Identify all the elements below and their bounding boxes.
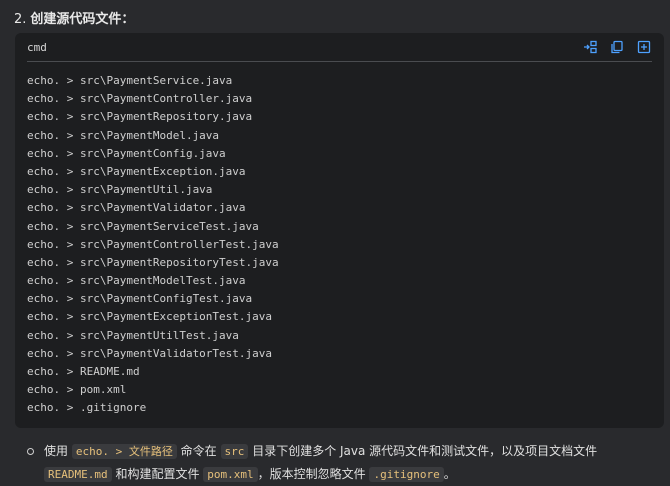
code-line: echo. > .gitignore: [27, 401, 147, 415]
inline-code-echo: echo. > 文件路径: [71, 444, 177, 459]
code-line: echo. > src\PaymentControllerTest.java: [27, 237, 279, 251]
apply-icon[interactable]: [636, 39, 652, 55]
note-text-1: 使用: [44, 444, 69, 458]
code-line: echo. > src\PaymentConfig.java: [27, 146, 226, 160]
bullet-icon: [27, 448, 34, 455]
code-line: echo. > src\PaymentUtilTest.java: [27, 328, 239, 342]
note-text-3: 目录下创建多个 Java 源代码文件和测试文件，以及项目文档文件: [252, 444, 598, 458]
code-line: echo. > src\PaymentValidatorTest.java: [27, 346, 273, 360]
inline-code-src: src: [220, 444, 249, 459]
code-line: echo. > src\PaymentUtil.java: [27, 183, 213, 197]
code-header-divider: [27, 61, 652, 62]
inline-code-pom: pom.xml: [203, 467, 258, 482]
code-line: echo. > README.md: [27, 365, 140, 378]
code-line: echo. > src\PaymentModel.java: [27, 128, 220, 142]
code-block: cmd echo. > src\PaymentService.java echo…: [15, 33, 664, 428]
code-line: echo. > src\PaymentService.java: [27, 74, 233, 87]
code-line: echo. > src\PaymentServiceTest.java: [27, 219, 259, 233]
code-header: cmd: [15, 33, 664, 63]
section-heading: 2. 创建源代码文件：: [14, 8, 134, 27]
code-line: echo. > src\PaymentValidator.java: [27, 201, 246, 215]
insert-icon[interactable]: [582, 39, 598, 55]
code-line: echo. > pom.xml: [27, 383, 127, 397]
code-line: echo. > src\PaymentConfigTest.java: [27, 292, 253, 306]
inline-code-gitignore: .gitignore: [369, 467, 444, 482]
code-line: echo. > src\PaymentController.java: [27, 92, 253, 106]
note-text: 使用 echo. > 文件路径 命令在 src 目录下创建多个 Java 源代码…: [44, 440, 650, 486]
section-number: 2.: [14, 12, 27, 27]
copy-icon[interactable]: [609, 39, 625, 55]
code-actions: [582, 39, 652, 55]
code-line: echo. > src\PaymentRepository.java: [27, 110, 253, 124]
note-bullet: 使用 echo. > 文件路径 命令在 src 目录下创建多个 Java 源代码…: [27, 440, 650, 486]
inline-code-readme: README.md: [44, 467, 112, 482]
code-lines: echo. > src\PaymentService.java echo. > …: [27, 72, 279, 418]
note-text-5: ，版本控制忽略文件: [257, 467, 366, 481]
note-text-4: 和构建配置文件: [115, 467, 200, 481]
code-line: echo. > src\PaymentException.java: [27, 164, 246, 178]
section-title: 创建源代码文件：: [30, 12, 135, 27]
code-language-label: cmd: [27, 41, 47, 54]
code-line: echo. > src\PaymentModelTest.java: [27, 274, 246, 288]
note-text-2: 命令在: [180, 444, 217, 458]
note-text-6: 。: [443, 467, 456, 481]
code-line: echo. > src\PaymentExceptionTest.java: [27, 310, 273, 324]
code-line: echo. > src\PaymentRepositoryTest.java: [27, 255, 279, 269]
